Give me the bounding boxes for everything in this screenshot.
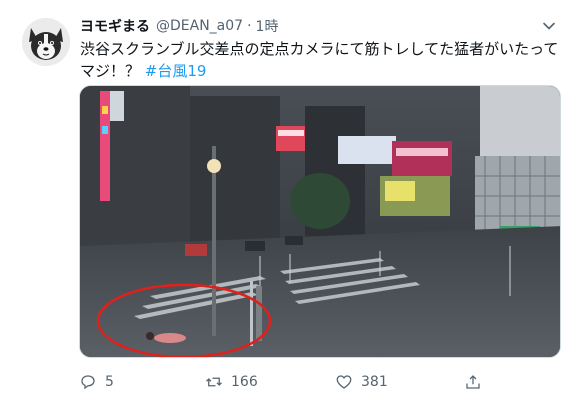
timestamp[interactable]: 1時 bbox=[256, 16, 279, 36]
tweet-header: ヨモギまる @DEAN_a07 · 1時 bbox=[80, 15, 278, 37]
tweet-text: 渋谷スクランブル交差点の定点カメラにて筋トレしてた猛者がいたってマジ！？ #台風… bbox=[80, 38, 560, 82]
tweet-actions: 5 166 381 bbox=[79, 370, 549, 394]
person-figure bbox=[154, 333, 186, 343]
retweet-count: 166 bbox=[231, 374, 258, 390]
like-count: 381 bbox=[361, 374, 388, 390]
user-handle[interactable]: @DEAN_a07 bbox=[156, 18, 243, 34]
avatar[interactable] bbox=[22, 18, 70, 66]
hashtag-link[interactable]: #台風19 bbox=[145, 62, 207, 80]
separator-dot: · bbox=[247, 18, 252, 34]
reply-button[interactable]: 5 bbox=[79, 370, 114, 394]
dog-face-avatar-icon bbox=[22, 18, 70, 66]
heart-icon bbox=[336, 375, 352, 389]
chevron-down-icon[interactable] bbox=[542, 19, 556, 33]
like-button[interactable]: 381 bbox=[335, 370, 388, 394]
share-button[interactable] bbox=[464, 370, 490, 394]
retweet-icon bbox=[206, 377, 222, 387]
share-icon bbox=[466, 375, 480, 389]
tweet-card[interactable]: ヨモギまる @DEAN_a07 · 1時 渋谷スクランブル交差点の定点カメラにて… bbox=[0, 0, 580, 401]
display-name[interactable]: ヨモギまる bbox=[80, 16, 150, 36]
reply-count: 5 bbox=[105, 374, 114, 390]
reply-icon bbox=[81, 375, 95, 390]
retweet-button[interactable]: 166 bbox=[205, 370, 258, 394]
shibuya-crossing-photo bbox=[80, 86, 560, 357]
tweet-photo[interactable] bbox=[79, 85, 561, 358]
